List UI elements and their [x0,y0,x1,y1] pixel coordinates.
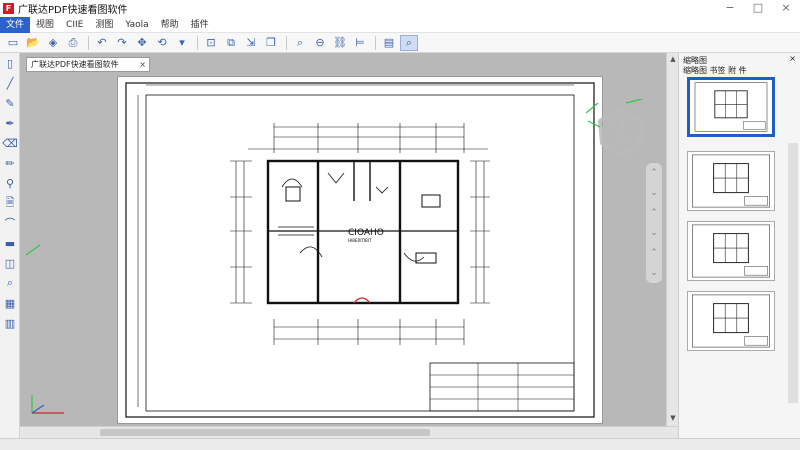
axis-tick-icon [26,244,41,256]
close-panel-icon[interactable]: × [789,54,796,63]
left-tool-strip: ▯ ╱ ✎ ✒ ⌫ ✏ ⚲ 🗎 ⌒ ▬ ◫ ⌕ ▦ ▥ [0,53,20,438]
menu-help[interactable]: 帮助 [155,17,185,33]
pen-icon[interactable]: ✒ [0,113,20,133]
drawing-subtitle: HIBERITIBIT [348,238,372,243]
line-tool-icon[interactable]: ╱ [0,73,20,93]
ucs-axis-icon [31,395,64,414]
nav-up-3-icon[interactable]: ⌃ [646,243,662,263]
undo-icon[interactable]: ↶ [93,35,111,51]
app-window: F 广联达PDF快速看图软件 − □ × 文件 视图 CIIE 测图 Yaola… [0,0,800,450]
new-doc-icon[interactable]: ▭ [4,35,22,51]
thumbnail-panel: 缩略图 × 缩略图 书签 附 件 [678,53,800,438]
thumbnail-drawing [692,294,770,348]
color-icon[interactable]: ▬ [0,233,20,253]
zoom-selected-icon[interactable]: ⌕ [400,34,418,51]
redo-icon[interactable]: ↷ [113,35,131,51]
drawing-title: CIOAHO [348,228,384,238]
print-icon[interactable]: ⎙ [64,35,82,51]
export-icon[interactable]: ⇲ [242,35,260,51]
pan-icon[interactable]: ✥ [133,35,151,51]
measure-icon[interactable]: ⊡ [202,35,220,51]
pdf-page[interactable]: CIOAHO HIBERITIBIT [118,77,602,423]
panel-tabs[interactable]: 缩略图 书签 附 件 [679,65,800,77]
menu-view[interactable]: 视图 [30,17,60,33]
nav-up-2-icon[interactable]: ⌃ [646,203,662,223]
maximize-button[interactable]: □ [744,0,772,17]
nav-up-icon[interactable]: ⌃ [646,163,662,183]
zoom-out-icon[interactable]: ⊖ [311,35,329,51]
zoom-icon[interactable]: ⌕ [291,35,309,51]
grid-icon[interactable]: ▦ [0,293,20,313]
app-logo-icon: F [3,3,14,14]
toolbar-separator [375,35,376,50]
nav-down-3-icon[interactable]: ⌄ [646,263,662,283]
layers-icon[interactable]: ▤ [380,35,398,51]
nav-down-2-icon[interactable]: ⌄ [646,223,662,243]
panel-title: 缩略图 [683,56,707,65]
align-icon[interactable]: ⊨ [351,35,369,51]
arc-icon[interactable]: ⌒ [0,213,20,233]
toolbar-separator [286,35,287,50]
view-cube-icon[interactable] [586,99,656,159]
main-toolbar: ▭ 📂 ◈ ⎙ ↶ ↷ ✥ ⟲ ▾ ⊡ ⧉ ⇲ ❐ ⌕ ⊖ ⛓ ⊨ ▤ ⌕ [0,33,800,53]
window-controls: − □ × [716,0,800,17]
menu-file[interactable]: 文件 [0,16,31,33]
page-thumbnail[interactable] [687,77,775,137]
close-tab-icon[interactable]: × [139,58,146,71]
toolbar-separator [88,35,89,50]
menu-ciie[interactable]: CIIE [60,17,89,33]
panel-scrollbar[interactable] [788,143,798,403]
document-area: 广联达PDF快速看图软件 × CIOAHO HIBERITIBIT ⌃ ⌄ ⌃ … [20,53,678,438]
link-icon[interactable]: ⛓ [331,35,349,51]
title-bar: F 广联达PDF快速看图软件 − □ × [0,0,800,17]
menu-measure[interactable]: 测图 [89,17,119,33]
save-icon[interactable]: ◈ [44,35,62,51]
window-title: 广联达PDF快速看图软件 [18,5,128,16]
open-folder-icon[interactable]: 📂 [24,35,42,51]
document-tab-label: 广联达PDF快速看图软件 [31,60,119,69]
floating-tools: ⌃ ⌄ ⌃ ⌄ ⌃ ⌄ [646,163,662,283]
measure-area-icon[interactable]: ◫ [0,253,20,273]
horizontal-scroll-thumb[interactable] [100,429,430,436]
dropdown-icon[interactable]: ▾ [173,35,191,51]
document-tab[interactable]: 广联达PDF快速看图软件 × [26,57,150,72]
table-icon[interactable]: ▥ [0,313,20,333]
rotate-icon[interactable]: ⟲ [153,35,171,51]
toolbar-separator [197,35,198,50]
stamp-icon[interactable]: ⚲ [0,173,20,193]
thumbnail-drawing [694,82,768,132]
page-thumbnail[interactable] [687,151,775,211]
thumbnail-drawing [692,224,770,278]
select-page-icon[interactable]: ▯ [0,53,20,73]
close-window-button[interactable]: × [772,0,800,17]
eraser-icon[interactable]: ⌫ [0,133,20,153]
vertical-scrollbar[interactable]: ▲ ▼ [666,53,678,426]
note-icon[interactable]: 🗎 [0,193,20,213]
search-icon[interactable]: ⌕ [0,273,20,293]
menu-plugins[interactable]: 插件 [185,17,215,33]
menu-bar: 文件 视图 CIIE 测图 Yaola 帮助 插件 [0,16,800,33]
minimize-button[interactable]: − [716,0,744,17]
brush-icon[interactable]: ✎ [0,93,20,113]
floor-plan-drawing: CIOAHO HIBERITIBIT [125,82,595,418]
menu-yaola[interactable]: Yaola [119,17,154,33]
horizontal-scrollbar[interactable] [20,426,678,438]
thumbnail-drawing [692,154,770,208]
page-thumbnail[interactable] [687,291,775,351]
copy-icon[interactable]: ❐ [262,35,280,51]
compare-icon[interactable]: ⧉ [222,35,240,51]
status-bar [0,438,800,450]
page-thumbnail[interactable] [687,221,775,281]
nav-down-icon[interactable]: ⌄ [646,183,662,203]
pencil-icon[interactable]: ✏ [0,153,20,173]
